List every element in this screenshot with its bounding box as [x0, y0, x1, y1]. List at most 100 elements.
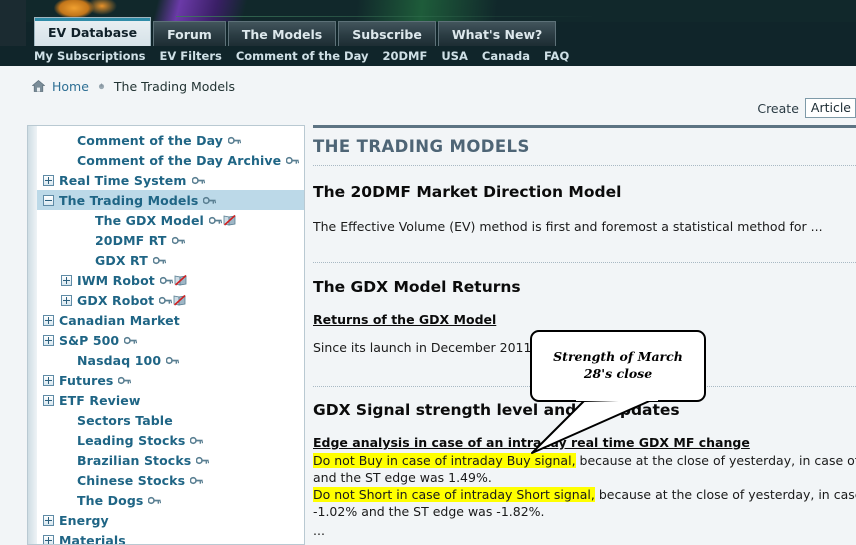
divider — [313, 262, 856, 264]
sidebar-item-label: GDX Robot — [77, 292, 155, 308]
create-label: Create — [757, 100, 799, 116]
expand-toggle-icon[interactable] — [43, 174, 54, 186]
sidebar-item-etf-review[interactable]: ETF Review — [37, 390, 304, 410]
sidebar-item-label: The GDX Model — [95, 212, 204, 228]
subnav-link-comment-of-the-day[interactable]: Comment of the Day — [236, 49, 369, 63]
subnav-link-usa[interactable]: USA — [441, 49, 468, 63]
sidebar-item-20dmf-rt[interactable]: 20DMF RT — [37, 230, 304, 250]
tab-label: EV Database — [48, 24, 138, 40]
sidebar-item-gdx-robot[interactable]: GDX Robot — [37, 290, 304, 310]
tab-the-models[interactable]: The Models — [227, 21, 337, 46]
secondary-nav: My Subscriptions EV Filters Comment of the… — [0, 46, 856, 66]
sidebar-item-chinese-stocks[interactable]: Chinese Stocks — [37, 470, 304, 490]
sidebar-item-comment-of-the-day-archive[interactable]: Comment of the Day Archive — [37, 150, 304, 170]
tab-label: What's New? — [451, 26, 543, 42]
key-icon — [286, 156, 300, 164]
section-title-gdx-returns: The GDX Model Returns — [313, 278, 521, 296]
sidebar-item-s-p-500[interactable]: S&P 500 — [37, 330, 304, 350]
tab-forum[interactable]: Forum — [153, 21, 226, 46]
site-header: EV Database Forum The Models Subscribe W… — [0, 0, 856, 46]
key-icon — [166, 356, 180, 364]
key-icon — [148, 496, 162, 504]
tab-label: The Models — [241, 26, 323, 42]
expand-toggle-icon[interactable] — [43, 334, 54, 346]
sidebar-item-label: Canadian Market — [59, 312, 180, 328]
subnav-link-canada[interactable]: Canada — [482, 49, 530, 63]
callout-text: Strength of March 28's close — [553, 349, 683, 381]
sidebar-item-canadian-market[interactable]: Canadian Market — [37, 310, 304, 330]
breadcrumb: Home The Trading Models — [0, 66, 856, 106]
key-icon — [171, 236, 185, 244]
edge-line-short: Do not Short in case of intraday Short s… — [313, 487, 856, 502]
sidebar-scrollbar[interactable] — [28, 126, 37, 544]
callout-bubble: Strength of March 28's close — [530, 330, 706, 402]
sidebar-item-leading-stocks[interactable]: Leading Stocks — [37, 430, 304, 450]
tab-subscribe[interactable]: Subscribe — [338, 21, 436, 46]
sidebar-tree: Comment of the Day Comment of the Day Arc… — [37, 130, 304, 544]
sidebar-item-the-gdx-model[interactable]: The GDX Model — [37, 210, 304, 230]
key-icon — [208, 216, 222, 224]
subnav-link-faq[interactable]: FAQ — [544, 49, 569, 63]
key-icon — [191, 176, 205, 184]
sidebar-item-label: Sectors Table — [77, 412, 173, 428]
sidebar-item-brazilian-stocks[interactable]: Brazilian Stocks — [37, 450, 304, 470]
breadcrumb-home-link[interactable]: Home — [52, 79, 89, 94]
create-row: Create Article — [757, 98, 856, 118]
sidebar-item-nasdaq-100[interactable]: Nasdaq 100 — [37, 350, 304, 370]
expand-toggle-icon[interactable] — [43, 514, 54, 526]
sidebar-item-sectors-table[interactable]: Sectors Table — [37, 410, 304, 430]
sidebar-item-label: The Dogs — [77, 492, 144, 508]
sidebar-item-energy[interactable]: Energy — [37, 510, 304, 530]
section-body-20dmf: The Effective Volume (EV) method is firs… — [313, 219, 823, 234]
home-icon — [32, 80, 45, 92]
create-type-select[interactable]: Article — [804, 98, 856, 118]
section-body-gdx-returns: Since its launch in December 2011, as o — [313, 340, 566, 355]
sidebar-item-iwm-robot[interactable]: IWM Robot — [37, 270, 304, 290]
key-icon — [190, 436, 204, 444]
sidebar-item-real-time-system[interactable]: Real Time System — [37, 170, 304, 190]
key-icon — [159, 296, 173, 304]
expand-toggle-icon[interactable] — [61, 274, 72, 286]
sidebar-item-futures[interactable]: Futures — [37, 370, 304, 390]
expand-toggle-icon[interactable] — [61, 294, 72, 306]
sidebar-panel: Comment of the Day Comment of the Day Arc… — [27, 125, 305, 545]
tab-whats-new[interactable]: What's New? — [437, 21, 557, 46]
divider — [313, 165, 856, 167]
sidebar-item-materials[interactable]: Materials — [37, 530, 304, 544]
sidebar-item-the-dogs[interactable]: The Dogs — [37, 490, 304, 510]
collapse-toggle-icon[interactable] — [43, 194, 54, 206]
subnav-link-20dmf[interactable]: 20DMF — [382, 49, 427, 63]
tab-label: Subscribe — [352, 26, 422, 42]
edge-line-ellipsis: ... — [313, 523, 325, 538]
key-icon — [118, 376, 132, 384]
expand-toggle-icon[interactable] — [43, 394, 54, 406]
tab-label: Forum — [167, 26, 212, 42]
key-icon — [227, 136, 241, 144]
subnav-link-my-subscriptions[interactable]: My Subscriptions — [34, 49, 146, 63]
expand-toggle-icon[interactable] — [43, 314, 54, 326]
sidebar-item-label: ETF Review — [59, 392, 141, 408]
sidebar-item-comment-of-the-day[interactable]: Comment of the Day — [37, 130, 304, 150]
book-icon — [173, 294, 186, 306]
section-subtitle-gdx-returns[interactable]: Returns of the GDX Model — [313, 312, 496, 327]
create-type-value: Article — [810, 100, 851, 115]
tab-ev-database[interactable]: EV Database — [34, 17, 152, 46]
primary-tabs: EV Database Forum The Models Subscribe W… — [34, 17, 558, 46]
expand-toggle-icon[interactable] — [43, 534, 54, 544]
content-top-rule — [313, 125, 856, 128]
callout-tail-icon — [531, 395, 658, 454]
book-icon — [223, 214, 236, 226]
header-left-rail — [0, 0, 26, 46]
sidebar-item-label: IWM Robot — [77, 272, 155, 288]
key-icon — [159, 276, 173, 284]
sidebar-item-label: GDX RT — [95, 252, 148, 268]
key-icon — [152, 256, 166, 264]
sidebar-item-the-trading-models[interactable]: The Trading Models — [37, 190, 304, 210]
sidebar-item-label: Brazilian Stocks — [77, 452, 192, 468]
subnav-link-ev-filters[interactable]: EV Filters — [160, 49, 222, 63]
key-icon — [203, 196, 217, 204]
expand-toggle-icon[interactable] — [43, 374, 54, 386]
sidebar-item-label: The Trading Models — [59, 192, 199, 208]
key-icon — [124, 336, 138, 344]
sidebar-item-gdx-rt[interactable]: GDX RT — [37, 250, 304, 270]
